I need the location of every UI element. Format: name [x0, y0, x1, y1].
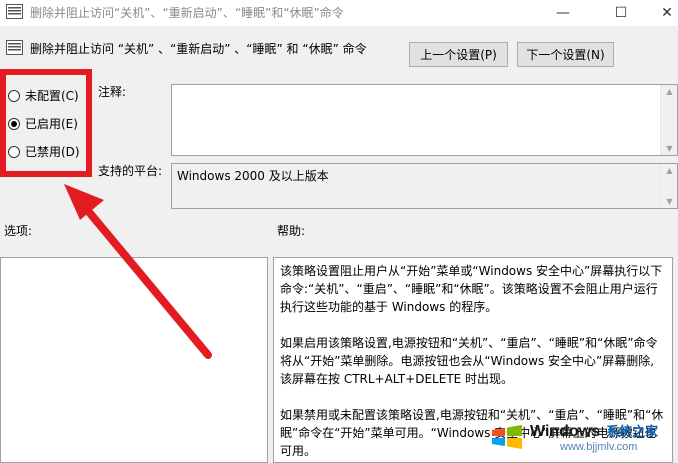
maximize-button[interactable]: ☐: [598, 0, 644, 26]
policy-setting-icon: [6, 40, 23, 55]
watermark: Windows 系统之家 www.bjjmlv.com: [490, 410, 678, 463]
scroll-down-icon[interactable]: ▼: [661, 197, 678, 206]
window-title: 删除并阻止访问“关机”、“重新启动”、“睡眠”和“休眠”命令: [30, 6, 344, 20]
platform-scrollbar[interactable]: ▲ ▼: [660, 164, 677, 208]
help-paragraph: 该策略设置阻止用户从“开始”菜单或“Windows 安全中心”屏幕执行以下命令:…: [280, 264, 663, 314]
comment-scrollbar[interactable]: ▲ ▼: [660, 85, 677, 155]
policy-window-icon: [6, 4, 23, 19]
platform-value: Windows 2000 及以上版本: [177, 169, 329, 183]
options-label: 选项:: [4, 224, 33, 238]
help-paragraph: 如果启用该策略设置,电源按钮和“关机”、“重启”、“睡眠”和“休眠”命令将从“开…: [280, 336, 658, 386]
minimize-button[interactable]: —: [540, 0, 586, 26]
comment-textarea[interactable]: ▲ ▼: [171, 84, 678, 156]
previous-setting-button[interactable]: 上一个设置(P): [409, 42, 508, 67]
windows-logo-icon: [492, 424, 522, 449]
next-setting-button[interactable]: 下一个设置(N): [517, 42, 614, 67]
platform-label: 支持的平台:: [98, 164, 163, 178]
comment-label: 注释:: [98, 85, 127, 99]
options-pane: [0, 257, 268, 463]
close-button[interactable]: ✕: [644, 0, 678, 26]
scroll-up-icon[interactable]: ▲: [661, 166, 678, 175]
title-bar: 删除并阻止访问“关机”、“重新启动”、“睡眠”和“休眠”命令 — ☐ ✕: [0, 0, 678, 26]
watermark-url: www.bjjmlv.com: [560, 440, 638, 453]
scroll-up-icon[interactable]: ▲: [661, 87, 678, 96]
watermark-cn: 系统之家: [606, 424, 659, 440]
scroll-down-icon[interactable]: ▼: [661, 144, 678, 153]
policy-name: 删除并阻止访问 “关机” 、“重新启动” 、“睡眠” 和 “休眠” 命令: [30, 42, 367, 56]
platform-field: Windows 2000 及以上版本 ▲ ▼: [171, 163, 678, 209]
help-label: 帮助:: [277, 224, 306, 238]
highlight-box: [0, 69, 92, 177]
watermark-brand: Windows: [530, 422, 601, 440]
